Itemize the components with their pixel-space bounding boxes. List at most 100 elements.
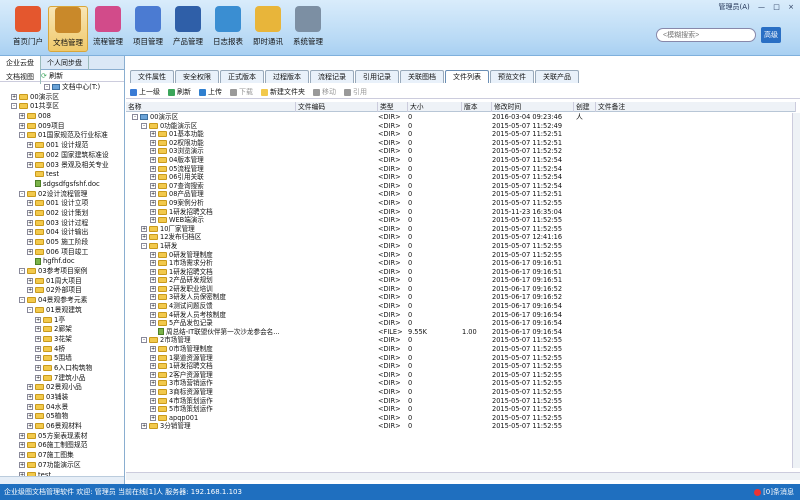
- expand-icon[interactable]: +: [27, 394, 33, 400]
- table-row[interactable]: +1研发招聘文档 <DIR> 0 2015-06-17 09:16:51: [126, 268, 792, 277]
- minimize-button[interactable]: —: [758, 3, 765, 11]
- tree-node[interactable]: +00演示区: [0, 93, 124, 103]
- expand-icon[interactable]: +: [11, 93, 17, 100]
- header-type[interactable]: 类型: [378, 102, 408, 112]
- nav-item-2[interactable]: 流程管理: [88, 6, 128, 52]
- table-row[interactable]: - 1研发 <DIR> 0 2015-05-07 11:52:55: [126, 242, 792, 251]
- expand-icon[interactable]: +: [27, 423, 33, 430]
- table-row[interactable]: +2客户资源管理 <DIR> 0 2015-05-07 11:52:55: [126, 371, 792, 380]
- table-row[interactable]: +09案例分析 <DIR> 0 2015-05-07 11:52:55: [126, 199, 792, 208]
- header-name[interactable]: 名称: [126, 102, 296, 112]
- header-modified[interactable]: 修改时间: [492, 102, 574, 112]
- table-row[interactable]: +3分销管理 <DIR> 0 2015-05-07 11:52:55: [126, 422, 792, 431]
- left-horizontal-scrollbar[interactable]: [0, 476, 124, 484]
- nav-item-7[interactable]: 系统管理: [288, 6, 328, 52]
- detail-tab[interactable]: 预览文件: [490, 70, 534, 83]
- header-note[interactable]: 文件备注: [596, 102, 796, 112]
- tree-node[interactable]: +03铺装: [0, 393, 124, 403]
- tab-enterprise-drive[interactable]: 企业云盘: [0, 56, 41, 70]
- nav-item-1[interactable]: 文档管理: [48, 6, 88, 52]
- detail-tab[interactable]: 安全权限: [175, 70, 219, 83]
- tree-node[interactable]: +06景观材料: [0, 422, 124, 432]
- table-row[interactable]: +04版本管理 <DIR> 0 2015-05-07 11:52:54: [126, 156, 792, 165]
- grid-vertical-scrollbar[interactable]: [792, 113, 800, 468]
- tree-node[interactable]: - 01国家规范及行业标准: [0, 131, 124, 141]
- tree-node[interactable]: test: [0, 170, 124, 180]
- expand-icon[interactable]: +: [150, 397, 156, 404]
- expand-icon[interactable]: +: [35, 335, 41, 342]
- tree-node[interactable]: - 文档中心(T:): [41, 83, 124, 93]
- tree-node[interactable]: - 01景观建筑: [0, 306, 124, 316]
- tree-node[interactable]: hgfhf.doc: [0, 257, 124, 267]
- header-size[interactable]: 大小: [408, 102, 462, 112]
- tree-node[interactable]: +002 国家建筑标准设: [0, 151, 124, 161]
- expand-icon[interactable]: +: [150, 251, 156, 258]
- detail-tab[interactable]: 正式版本: [220, 70, 264, 83]
- expand-icon[interactable]: +: [150, 217, 156, 224]
- header-code[interactable]: 文件编码: [296, 102, 378, 112]
- tree-node[interactable]: +7建筑小品: [0, 374, 124, 384]
- tree-node[interactable]: +004 设计输出: [0, 228, 124, 238]
- tab-document-view[interactable]: 文档视图: [0, 70, 41, 84]
- message-count-link[interactable]: [0]条消息: [754, 484, 794, 500]
- expand-icon[interactable]: +: [35, 316, 41, 323]
- table-row[interactable]: + apqp001 <DIR> 0 2015-05-07 11:52:55: [126, 414, 792, 423]
- toolbar-button[interactable]: 新建文件夹: [261, 86, 305, 99]
- expand-icon[interactable]: +: [150, 191, 156, 198]
- toolbar-button[interactable]: 移动: [313, 86, 336, 99]
- collapse-icon[interactable]: -: [19, 268, 25, 275]
- tree-node[interactable]: +01周大项目: [0, 277, 124, 287]
- collapse-icon[interactable]: -: [11, 103, 17, 110]
- collapse-icon[interactable]: -: [19, 190, 25, 197]
- table-row[interactable]: +1研发招聘文档 <DIR> 0 2015-11-23 16:35:04: [126, 208, 792, 217]
- table-row[interactable]: - 00演示区 <DIR> 0 2016-03-04 09:23:46: [126, 113, 792, 122]
- tree-node[interactable]: +05植物: [0, 412, 124, 422]
- collapse-icon[interactable]: -: [141, 337, 147, 344]
- table-row[interactable]: + WEB端演示 <DIR> 0 2015-05-07 11:52:55: [126, 216, 792, 225]
- tree-node[interactable]: +05方案表现素材: [0, 432, 124, 442]
- detail-tab[interactable]: 关联图档: [400, 70, 444, 83]
- expand-icon[interactable]: +: [35, 326, 41, 333]
- expand-icon[interactable]: +: [150, 311, 156, 318]
- close-button[interactable]: ×: [788, 3, 794, 11]
- tree-node[interactable]: +002 设计策划: [0, 209, 124, 219]
- expand-icon[interactable]: +: [150, 139, 156, 146]
- table-row[interactable]: 周总结-IT联盟伙伴第一次沙龙参会名... <FILE> 9.55K 1.00 2015…: [126, 328, 792, 337]
- tree-node[interactable]: - 01共享区: [0, 102, 124, 112]
- expand-icon[interactable]: +: [141, 423, 147, 430]
- expand-icon[interactable]: +: [19, 113, 25, 120]
- search-input[interactable]: [656, 28, 756, 42]
- tree-node[interactable]: +02外部项目: [0, 286, 124, 296]
- tree-node[interactable]: +001 设计立项: [0, 199, 124, 209]
- expand-icon[interactable]: +: [27, 142, 33, 149]
- tree-node[interactable]: +003 景观及相关专业: [0, 161, 124, 171]
- expand-icon[interactable]: +: [19, 122, 25, 129]
- expand-icon[interactable]: +: [27, 239, 33, 245]
- expand-icon[interactable]: +: [150, 199, 156, 206]
- expand-icon[interactable]: +: [19, 452, 25, 459]
- detail-tab[interactable]: 文件列表: [445, 70, 489, 83]
- detail-tab[interactable]: 关联产品: [535, 70, 579, 83]
- tree-node[interactable]: +04水景: [0, 403, 124, 413]
- expand-icon[interactable]: +: [141, 225, 147, 232]
- expand-icon[interactable]: +: [27, 287, 33, 294]
- collapse-icon[interactable]: -: [44, 84, 50, 90]
- expand-icon[interactable]: +: [150, 380, 156, 387]
- expand-icon[interactable]: +: [150, 277, 156, 284]
- table-row[interactable]: +2产品研发规划 <DIR> 0 2015-06-17 09:16:51: [126, 276, 792, 285]
- expand-icon[interactable]: +: [19, 442, 25, 449]
- tree-node[interactable]: +001 设计规范: [0, 141, 124, 151]
- collapse-icon[interactable]: -: [141, 242, 147, 249]
- expand-icon[interactable]: +: [19, 432, 25, 439]
- tab-personal-sync[interactable]: 个人同步盘: [41, 56, 89, 70]
- expand-icon[interactable]: +: [27, 209, 33, 216]
- tree-node[interactable]: +4桥: [0, 345, 124, 355]
- toolbar-button[interactable]: 引用: [344, 86, 367, 99]
- tree-node[interactable]: - 04景观参考元素: [0, 296, 124, 306]
- tree-node[interactable]: +005 施工阶段: [0, 238, 124, 248]
- expand-icon[interactable]: +: [150, 174, 156, 181]
- tree-node[interactable]: +3花架: [0, 335, 124, 345]
- grid-horizontal-scrollbar[interactable]: [126, 472, 800, 480]
- toolbar-button[interactable]: 刷新: [168, 86, 191, 99]
- table-row[interactable]: +02权限功能 <DIR> 0 2015-05-07 11:52:51: [126, 139, 792, 148]
